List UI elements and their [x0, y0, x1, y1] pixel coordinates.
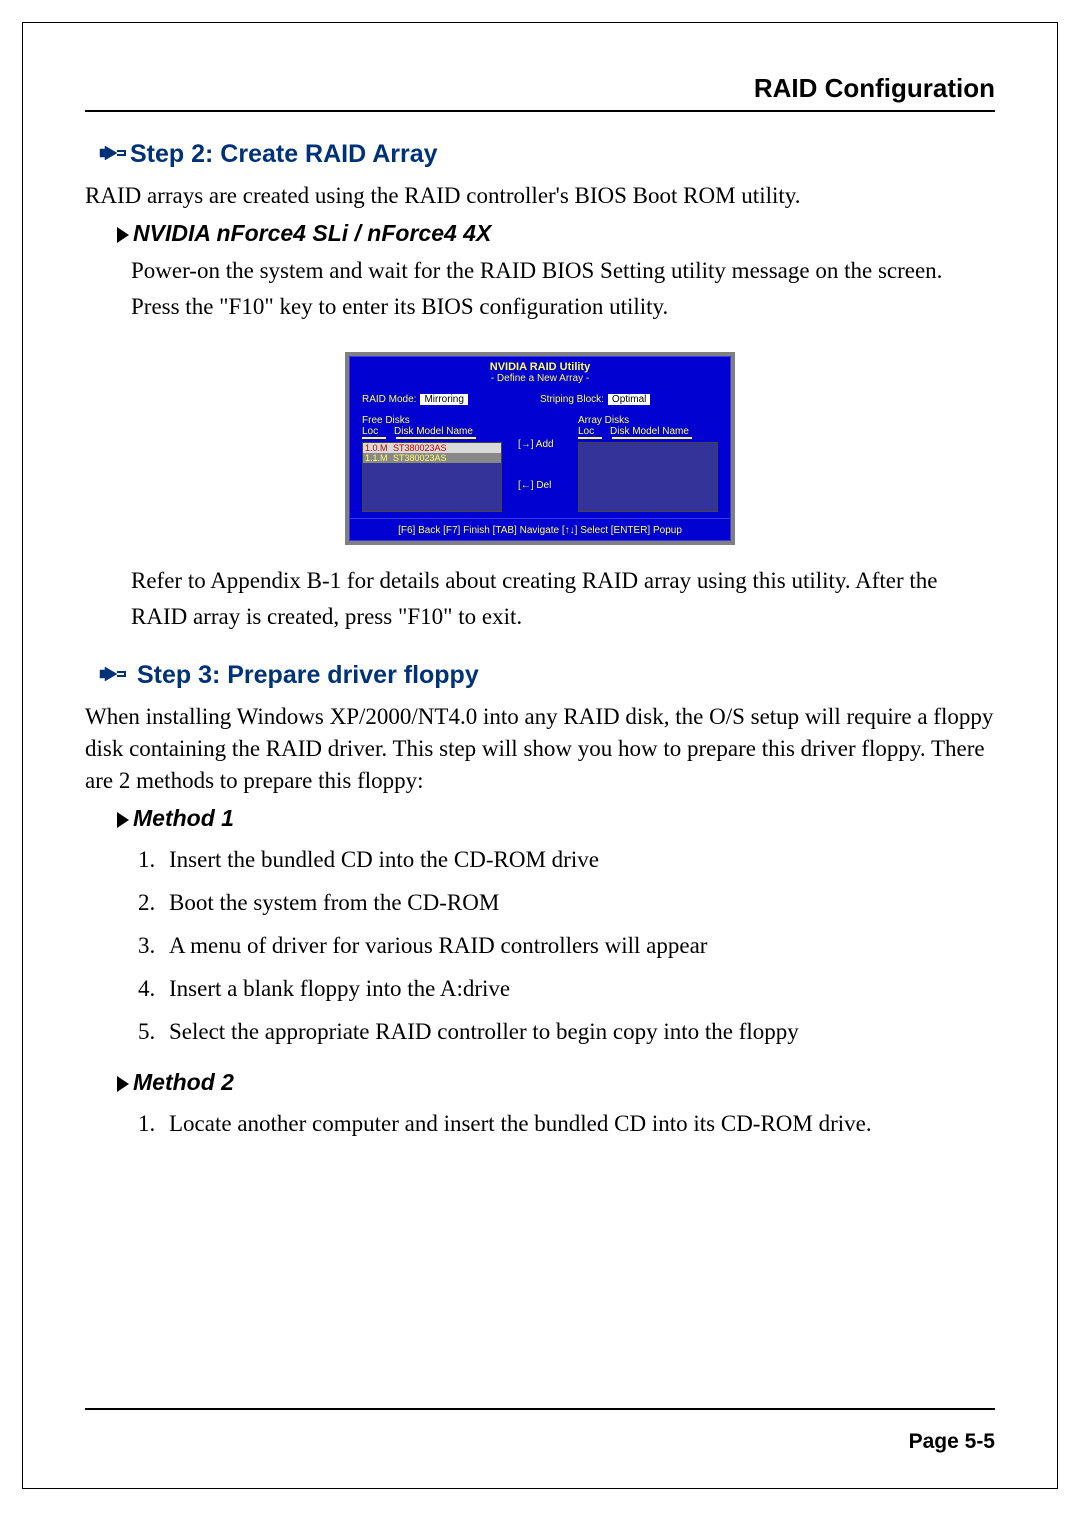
- method2-heading: Method 2: [117, 1069, 995, 1096]
- bios-disk-row: 1.1.M ST380023AS: [363, 453, 501, 463]
- bios-col-loc: Loc: [578, 426, 598, 437]
- arrow-bullet-icon: [117, 1076, 129, 1092]
- bios-utility-screenshot: NVIDIA RAID Utility - Define a New Array…: [345, 352, 735, 545]
- bios-array-disks-label: Array Disks: [578, 415, 718, 426]
- list-item: Insert the bundled CD into the CD-ROM dr…: [161, 838, 995, 881]
- list-item: Boot the system from the CD-ROM: [161, 881, 995, 924]
- page-header-title: RAID Configuration: [85, 73, 995, 112]
- hand-pointing-icon: [99, 141, 127, 170]
- step2-para2: Refer to Appendix B-1 for details about …: [131, 563, 995, 634]
- bios-disk-loc: 1.0.M: [365, 443, 393, 453]
- list-item: Locate another computer and insert the b…: [161, 1102, 995, 1145]
- bios-disk-loc: 1.1.M: [365, 453, 393, 463]
- bios-free-disk-list: 1.0.M ST380023AS 1.1.M ST380023AS: [362, 442, 502, 512]
- bios-array-disk-list: [578, 442, 718, 512]
- list-item: Select the appropriate RAID controller t…: [161, 1010, 995, 1053]
- bios-subtitle: - Define a New Array -: [350, 373, 730, 390]
- bios-free-disks-label: Free Disks: [362, 415, 502, 426]
- step2-heading-text: Step 2: Create RAID Array: [130, 140, 438, 168]
- method2-list: Locate another computer and insert the b…: [161, 1102, 995, 1145]
- step3-heading: Step 3: Prepare driver floppy: [99, 661, 995, 691]
- bios-del-label: [←] Del: [518, 480, 562, 491]
- arrow-bullet-icon: [117, 227, 129, 243]
- bios-stripe-label: Striping Block:: [540, 394, 604, 405]
- step3-intro: When installing Windows XP/2000/NT4.0 in…: [85, 701, 995, 798]
- hand-pointing-icon: [99, 662, 127, 691]
- bios-disk-model: ST380023AS: [393, 443, 447, 453]
- bios-disk-model: ST380023AS: [393, 453, 447, 463]
- step2-para1: Power-on the system and wait for the RAI…: [131, 253, 995, 324]
- bios-raidmode-label: RAID Mode:: [362, 394, 416, 405]
- method1-heading-text: Method 1: [133, 805, 234, 831]
- step3-heading-text: Step 3: Prepare driver floppy: [137, 661, 479, 689]
- bios-title: NVIDIA RAID Utility: [350, 357, 730, 373]
- method1-heading: Method 1: [117, 805, 995, 832]
- bios-raidmode-value: Mirroring: [420, 394, 467, 405]
- bios-col-loc: Loc: [362, 426, 382, 437]
- page-footer: Page 5-5: [85, 1386, 995, 1454]
- step2-heading: Step 2: Create RAID Array: [99, 140, 995, 170]
- method2-heading-text: Method 2: [133, 1069, 234, 1095]
- list-item: A menu of driver for various RAID contro…: [161, 924, 995, 967]
- step2-subheading-text: NVIDIA nForce4 SLi / nForce4 4X: [133, 220, 491, 246]
- step2-intro: RAID arrays are created using the RAID c…: [85, 180, 995, 212]
- bios-col-model: Disk Model Name: [610, 426, 689, 437]
- bios-disk-row: 1.0.M ST380023AS: [363, 443, 501, 453]
- step2-subheading: NVIDIA nForce4 SLi / nForce4 4X: [117, 220, 995, 247]
- arrow-bullet-icon: [117, 812, 129, 828]
- page-number: Page 5-5: [85, 1430, 995, 1454]
- bios-stripe-value: Optimal: [608, 394, 650, 405]
- method1-list: Insert the bundled CD into the CD-ROM dr…: [161, 838, 995, 1053]
- bios-col-model: Disk Model Name: [394, 426, 473, 437]
- list-item: Insert a blank floppy into the A:drive: [161, 967, 995, 1010]
- bios-add-label: [→] Add: [518, 439, 562, 450]
- page-frame: RAID Configuration Step 2: Create RAID A…: [22, 22, 1058, 1489]
- content: Step 2: Create RAID Array RAID arrays ar…: [85, 140, 995, 1145]
- bios-footer: [F6] Back [F7] Finish [TAB] Navigate [↑↓…: [350, 518, 730, 540]
